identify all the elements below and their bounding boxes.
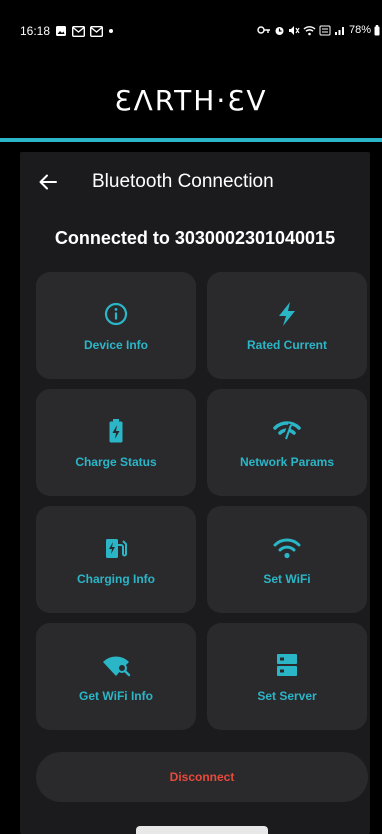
mail-notification-icon	[72, 25, 86, 37]
gallery-notification-icon	[55, 25, 67, 37]
mute-icon	[288, 25, 300, 36]
wifi-search-icon	[101, 651, 131, 679]
status-right: 78%	[257, 24, 380, 36]
alarm-icon	[274, 25, 285, 36]
wifi-icon	[273, 534, 301, 562]
top-app-bar: Bluetooth Connection	[20, 164, 370, 200]
mail-notification-icon-2	[90, 25, 104, 37]
tile-label: Rated Current	[246, 337, 327, 352]
back-button[interactable]	[20, 164, 76, 200]
battery-charging-icon	[108, 417, 124, 445]
connection-status: Connected to 3030002301040015	[54, 228, 336, 248]
home-indicator[interactable]	[136, 826, 268, 834]
tile-label: Charge Status	[75, 454, 157, 469]
wifi-status-icon	[303, 25, 316, 36]
network-signal-icon	[273, 417, 301, 445]
status-bar: 16:18 78%	[0, 0, 382, 62]
rated-current-button[interactable]: Rated Current	[207, 272, 367, 379]
status-time: 16:18	[20, 24, 51, 38]
disconnect-button[interactable]: Disconnect	[36, 752, 368, 802]
charge-status-button[interactable]: Charge Status	[36, 389, 196, 496]
tile-label: Network Params	[239, 454, 335, 469]
charging-info-button[interactable]: Charging Info	[36, 506, 196, 613]
info-icon	[104, 300, 128, 328]
brand-header: ƐΛRTH·ƐV	[0, 62, 382, 138]
notification-dot-icon	[108, 28, 114, 34]
app-panel: Bluetooth Connection Connected to 303000…	[20, 152, 370, 834]
arrow-left-icon	[39, 174, 57, 190]
device-info-button[interactable]: Device Info	[36, 272, 196, 379]
bolt-icon	[276, 300, 298, 328]
brand-logo: ƐΛRTH·ƐV	[114, 83, 268, 117]
volte-icon	[319, 25, 331, 36]
signal-icon	[334, 25, 346, 36]
battery-percent: 78%	[348, 24, 371, 36]
tile-label: Charging Info	[77, 571, 155, 586]
server-icon	[276, 651, 298, 679]
get-wifi-info-button[interactable]: Get WiFi Info	[36, 623, 196, 730]
status-left: 16:18	[20, 24, 114, 38]
key-icon	[257, 25, 271, 35]
tile-label: Get WiFi Info	[79, 688, 153, 703]
set-server-button[interactable]: Set Server	[207, 623, 367, 730]
ev-station-icon	[104, 534, 128, 562]
tile-label: Set Server	[257, 688, 317, 703]
tile-label: Set WiFi	[263, 571, 311, 586]
network-params-button[interactable]: Network Params	[207, 389, 367, 496]
battery-icon	[374, 24, 380, 36]
page-title: Bluetooth Connection	[92, 171, 274, 192]
tile-label: Device Info	[83, 337, 149, 352]
set-wifi-button[interactable]: Set WiFi	[207, 506, 367, 613]
header-accent-line	[0, 138, 382, 142]
